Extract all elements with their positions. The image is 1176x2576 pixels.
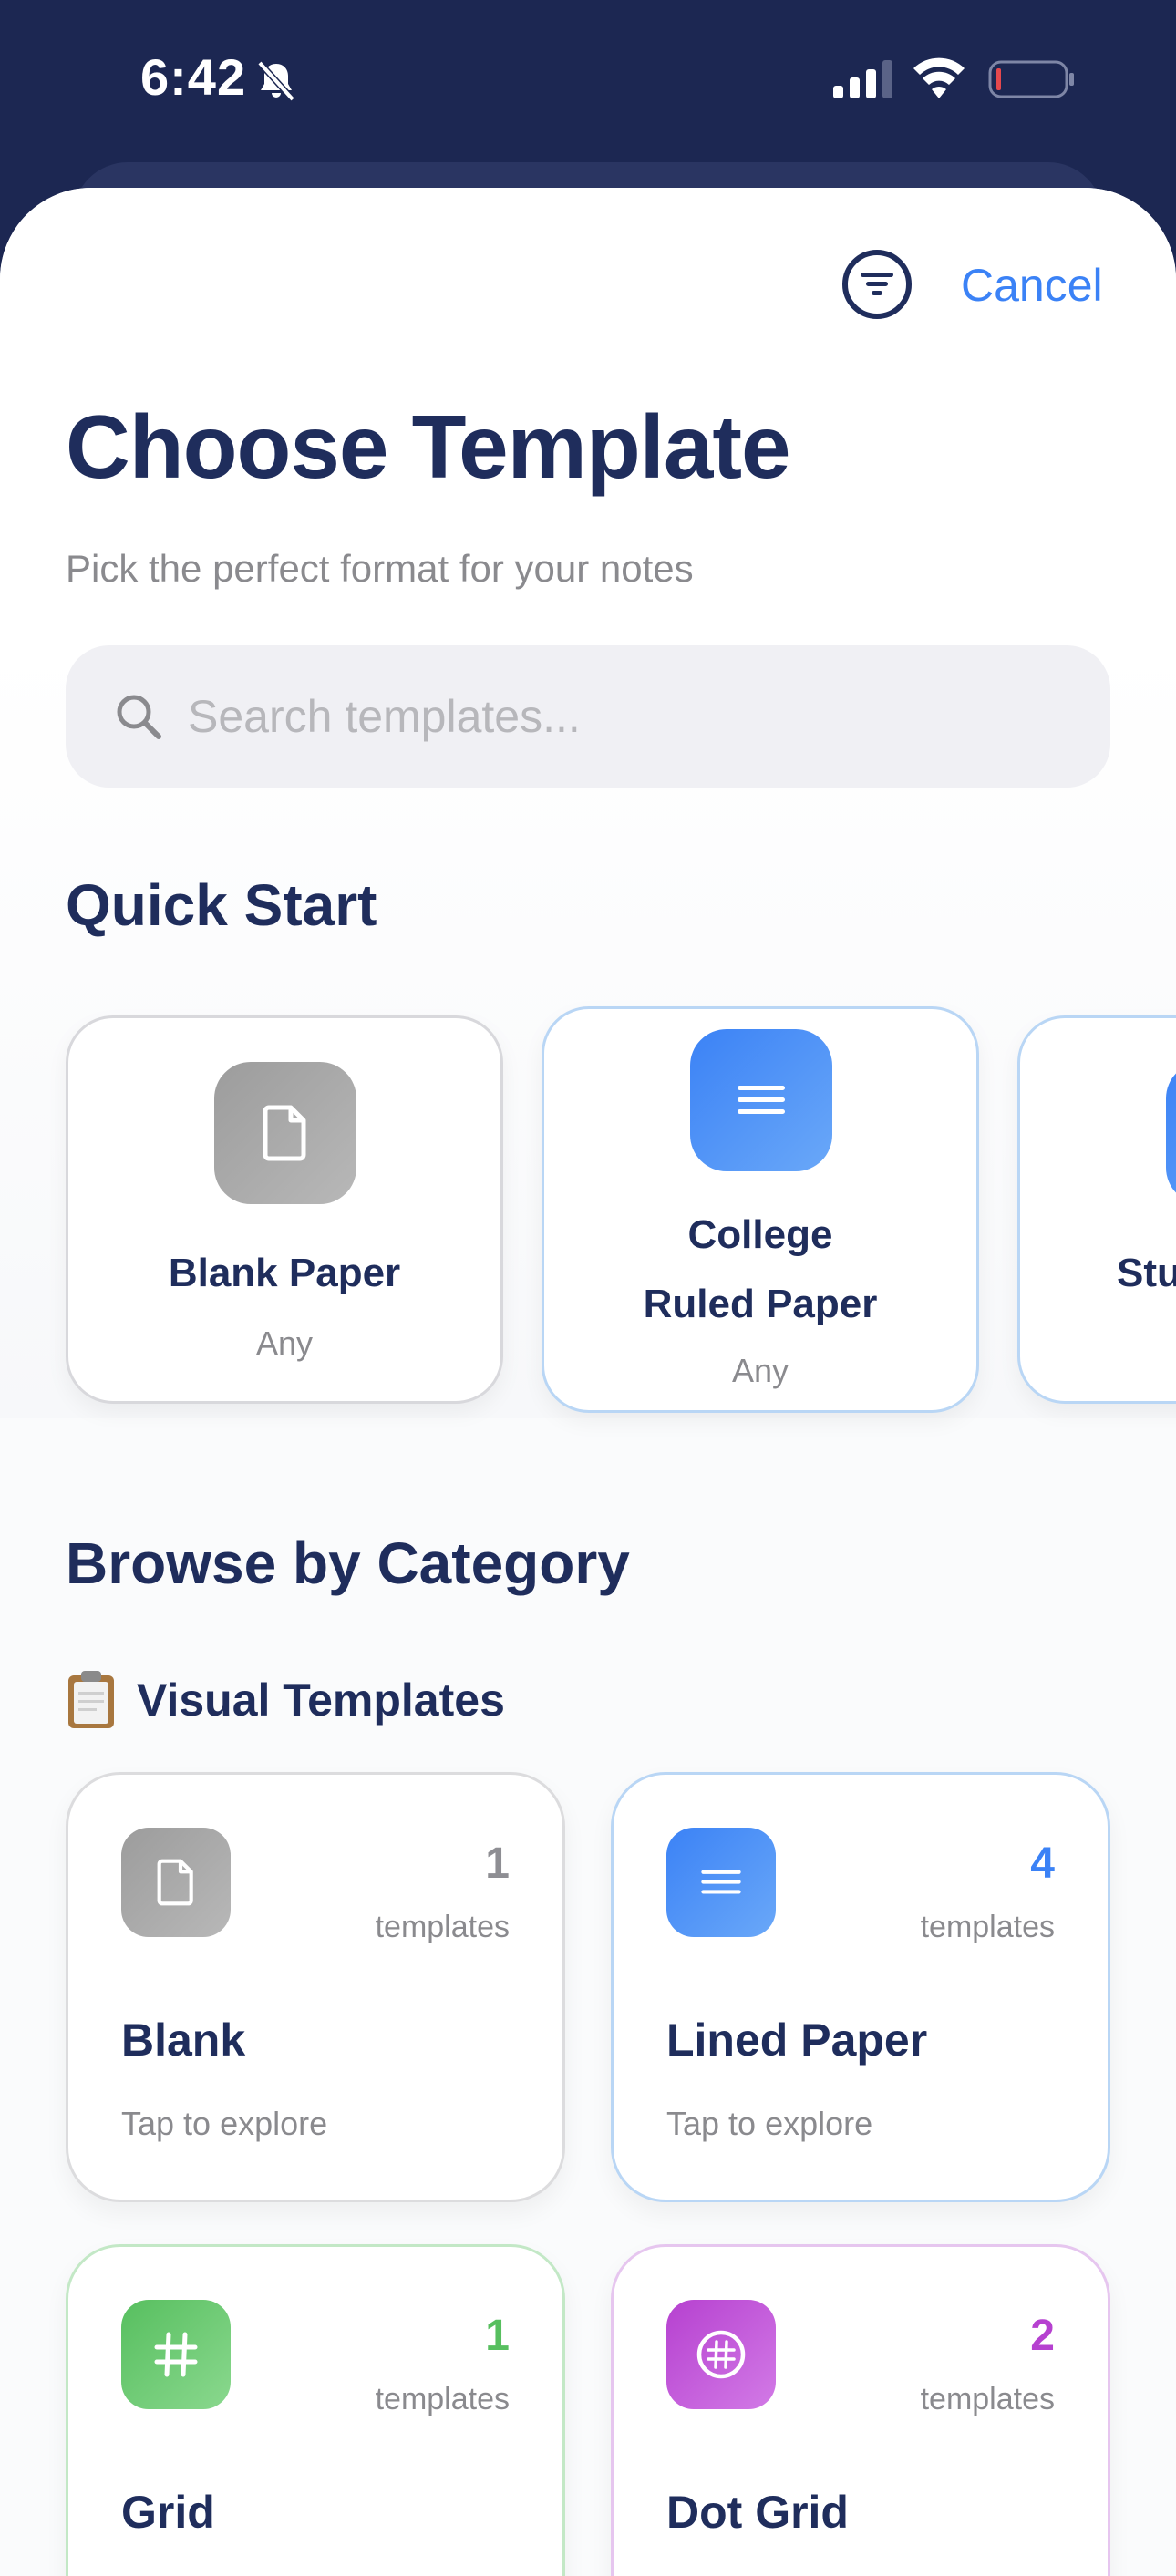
template-sheet: Cancel Choose Template Pick the perfect …	[0, 188, 1176, 2576]
quick-card-study[interactable]: Stu	[1017, 1015, 1176, 1404]
category-count: 2	[1030, 2312, 1055, 2360]
quick-start-title: Quick Start	[66, 872, 377, 938]
quick-card-sub: Any	[731, 1352, 789, 1389]
category-card-grid[interactable]: 1 templates Grid	[66, 2244, 565, 2576]
lines-icon	[738, 1086, 785, 1114]
category-name: Grid	[121, 2487, 215, 2538]
category-card-dot-grid[interactable]: 2 templates Dot Grid	[611, 2244, 1110, 2576]
filter-button[interactable]	[842, 250, 912, 319]
category-tap-hint: Tap to explore	[121, 2105, 328, 2142]
battery-low-icon	[988, 60, 1074, 98]
search-bar[interactable]	[66, 645, 1110, 788]
visual-templates-label: Visual Templates	[137, 1674, 505, 1726]
wifi-icon	[913, 57, 965, 98]
category-tap-hint: Tap to explore	[666, 2105, 873, 2142]
clipboard-icon	[68, 1671, 114, 1728]
search-input[interactable]	[188, 678, 1063, 755]
status-bar: 6:42	[0, 0, 1176, 164]
visual-templates-heading: Visual Templates	[66, 1670, 505, 1730]
bell-slash-icon	[257, 60, 295, 102]
quick-card-college-ruled[interactable]: College Ruled Paper Any	[542, 1006, 979, 1413]
quick-card-sub: Any	[255, 1324, 314, 1362]
quick-card-blank-paper[interactable]: Blank Paper Any	[66, 1015, 503, 1404]
document-icon	[157, 1859, 193, 1906]
category-unit: templates	[375, 1910, 510, 1944]
category-unit: templates	[920, 2382, 1055, 2416]
quick-card-name-line2: Ruled Paper	[643, 1282, 878, 1326]
circled-hash-icon	[696, 2330, 746, 2379]
quick-card-name: Stu	[1117, 1251, 1176, 1295]
document-icon	[263, 1105, 306, 1161]
category-count: 4	[1030, 1839, 1055, 1888]
browse-title: Browse by Category	[66, 1530, 630, 1596]
category-name: Dot Grid	[666, 2487, 849, 2538]
status-time: 6:42	[140, 48, 247, 106]
category-name: Blank	[121, 2014, 246, 2066]
signal-icon	[833, 60, 892, 98]
category-count: 1	[485, 1839, 510, 1888]
category-card-blank[interactable]: 1 templates Blank Tap to explore	[66, 1772, 565, 2202]
quick-card-name: Blank Paper	[168, 1251, 401, 1295]
category-count: 1	[485, 2312, 510, 2360]
page-subtitle: Pick the perfect format for your notes	[66, 547, 694, 590]
search-icon	[117, 695, 161, 739]
cancel-button[interactable]: Cancel	[961, 259, 1103, 312]
category-name: Lined Paper	[666, 2014, 928, 2066]
category-unit: templates	[920, 1910, 1055, 1944]
lines-icon	[701, 1870, 741, 1894]
filter-icon	[861, 273, 893, 295]
quick-card-name-line1: College	[687, 1212, 833, 1257]
hash-icon	[154, 2332, 198, 2377]
category-card-lined-paper[interactable]: 4 templates Lined Paper Tap to explore	[611, 1772, 1110, 2202]
category-unit: templates	[375, 2382, 510, 2416]
page-title: Choose Template	[66, 397, 791, 497]
